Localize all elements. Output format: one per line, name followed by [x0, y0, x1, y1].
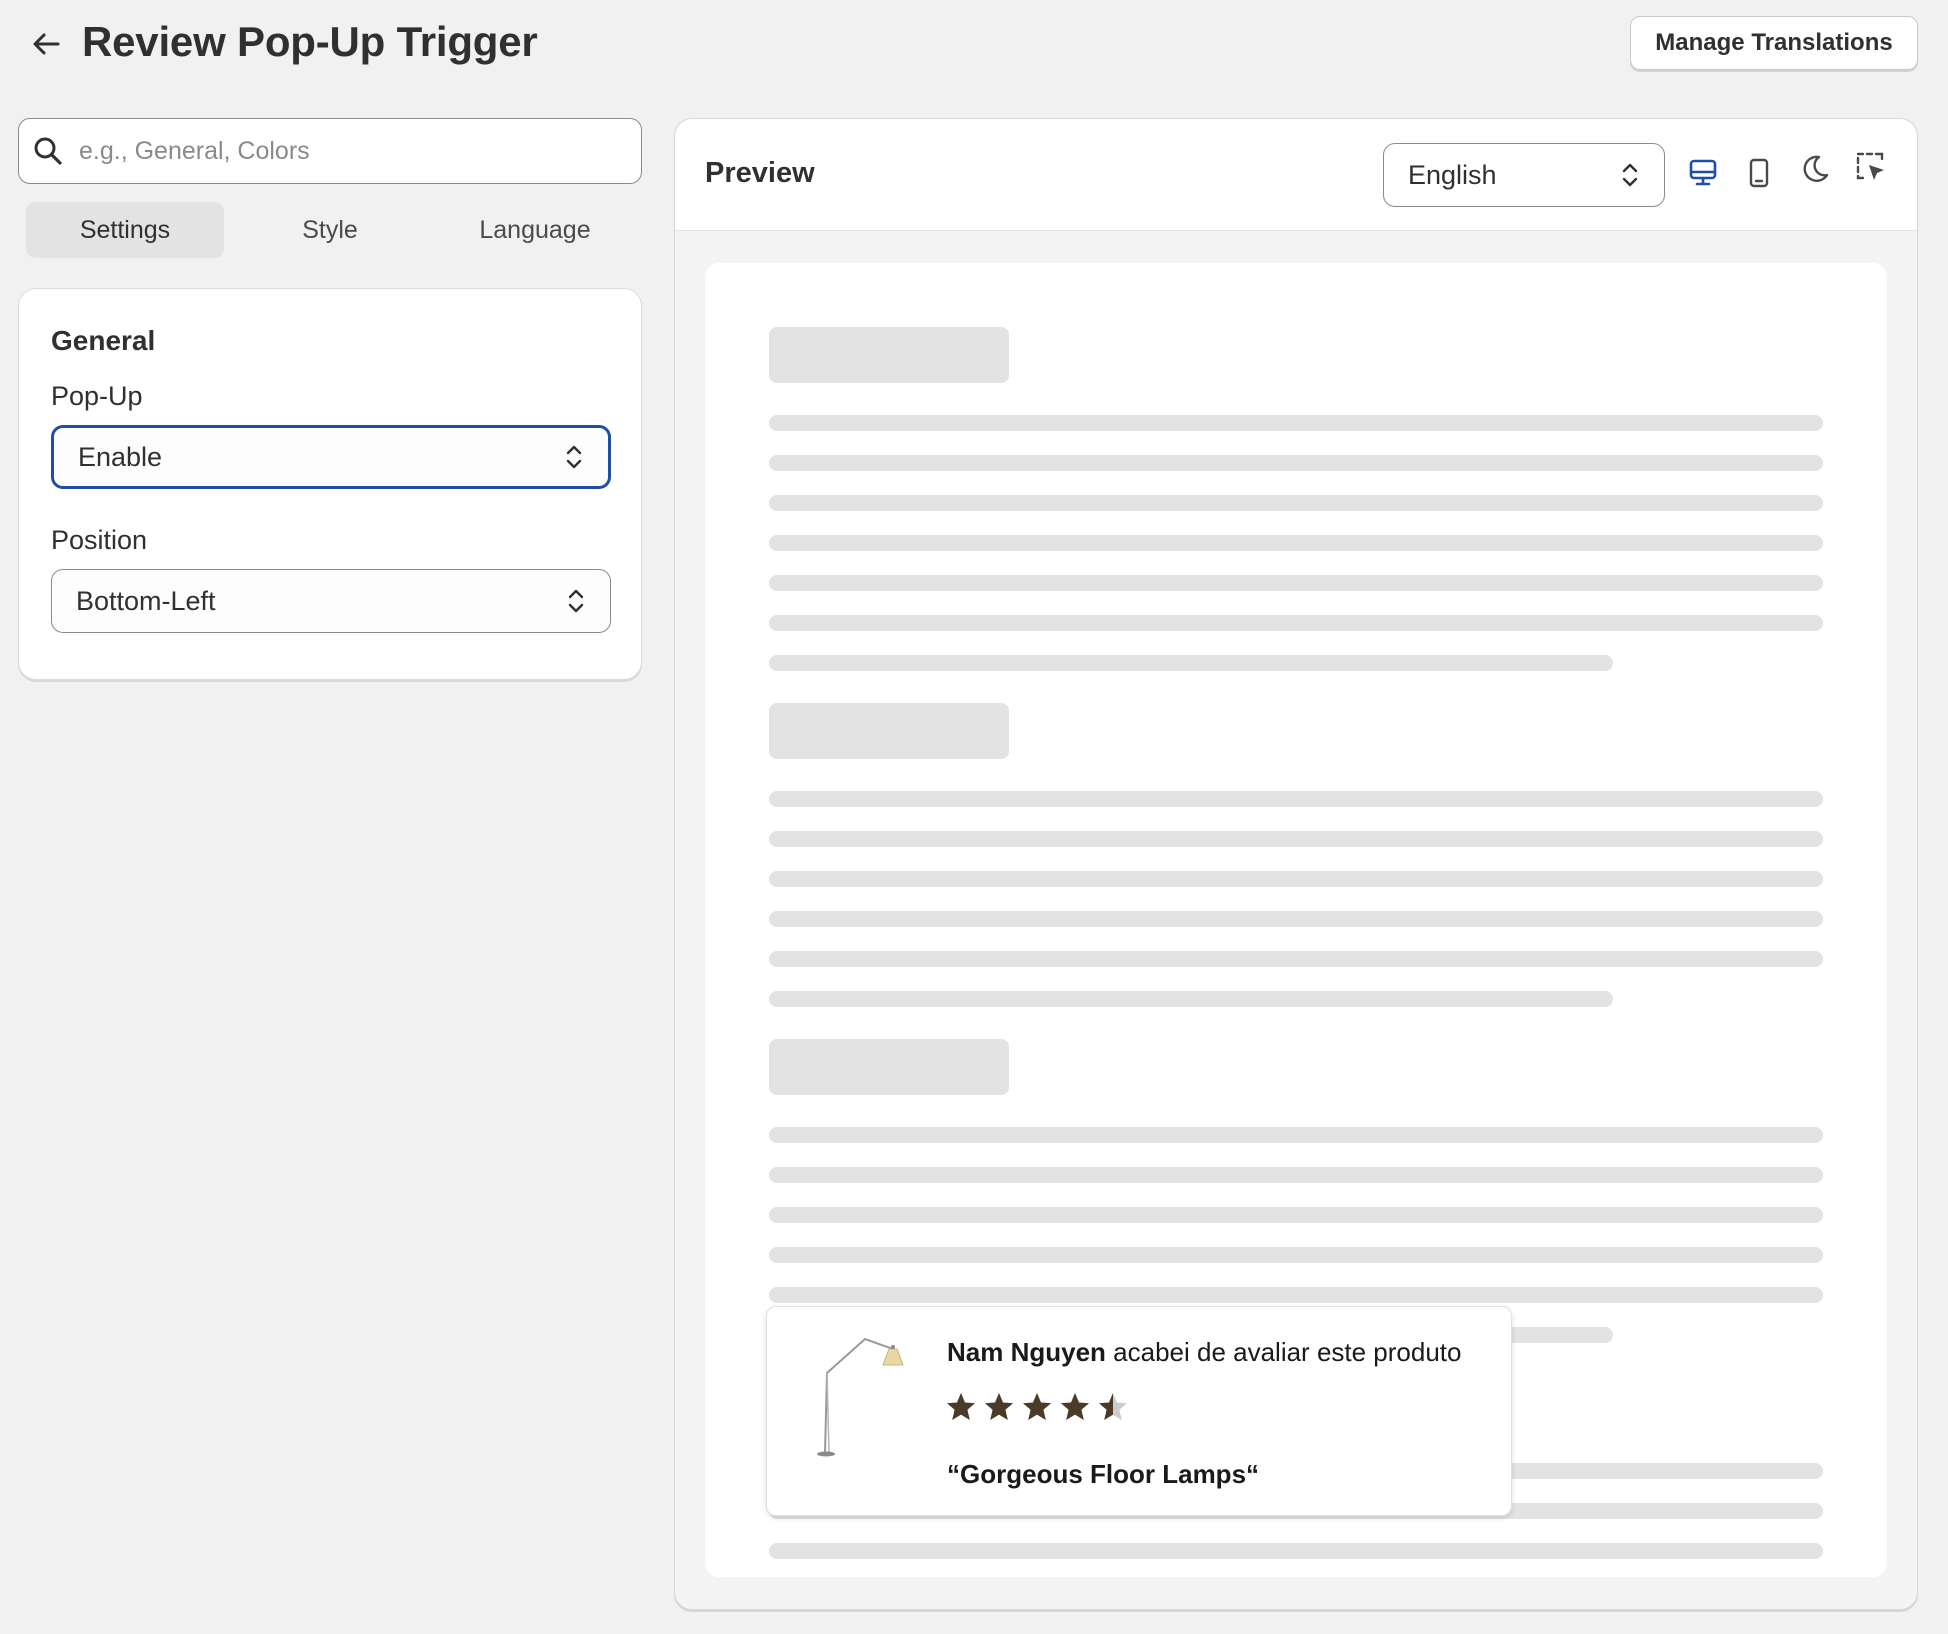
- star-icon: [947, 1393, 975, 1420]
- popup-select-value: Enable: [78, 441, 163, 472]
- skeleton-heading: [769, 1039, 1009, 1095]
- skeleton-line: [769, 655, 1613, 671]
- skeleton-line: [769, 951, 1823, 967]
- reviewer-name: Nam Nguyen: [947, 1337, 1106, 1367]
- review-quote: “Gorgeous Floor Lamps“: [947, 1459, 1260, 1489]
- skeleton-heading: [769, 703, 1009, 759]
- mobile-icon: [1749, 158, 1769, 188]
- skeleton-line: [769, 575, 1823, 591]
- star-icon: [985, 1393, 1013, 1420]
- skeleton-line: [769, 831, 1823, 847]
- star-icon: [1099, 1393, 1127, 1420]
- manage-translations-button[interactable]: Manage Translations: [1630, 16, 1918, 70]
- skeleton-line: [769, 535, 1823, 551]
- popup-label: Pop-Up: [51, 381, 143, 411]
- tab-style[interactable]: Style: [231, 202, 429, 258]
- skeleton-line: [769, 495, 1823, 511]
- select-element-button[interactable]: [1849, 145, 1893, 189]
- skeleton-line: [769, 1127, 1823, 1143]
- select-chevron-icon: [1622, 163, 1638, 187]
- tab-settings[interactable]: Settings: [26, 202, 224, 258]
- floor-lamp-product-image: [817, 1337, 904, 1457]
- dark-mode-icon: [1803, 155, 1829, 182]
- skeleton-line: [769, 791, 1823, 807]
- back-button[interactable]: [24, 22, 68, 66]
- search-input[interactable]: [79, 136, 599, 166]
- select-chevron-icon: [568, 589, 584, 613]
- skeleton-line: [769, 1287, 1823, 1303]
- position-label: Position: [51, 525, 148, 555]
- desktop-icon: [1689, 159, 1717, 186]
- arrow-left-icon: [33, 33, 60, 55]
- skeleton-line: [769, 1207, 1823, 1223]
- star-icon: [1061, 1393, 1089, 1420]
- desktop-view-button[interactable]: [1681, 151, 1725, 195]
- search-icon: [34, 137, 62, 165]
- star-icon: [1023, 1393, 1051, 1420]
- mobile-view-button[interactable]: [1737, 151, 1781, 195]
- position-select[interactable]: Bottom-Left: [51, 569, 611, 633]
- skeleton-line: [769, 1247, 1823, 1263]
- popup-select[interactable]: Enable: [51, 425, 611, 489]
- skeleton-line: [769, 1543, 1823, 1559]
- preview-title: Preview: [705, 157, 815, 189]
- skeleton-line: [769, 455, 1823, 471]
- star-rating: [945, 1391, 1129, 1423]
- skeleton-line: [769, 1167, 1823, 1183]
- settings-tabs: Settings Style Language: [26, 202, 642, 258]
- review-popup[interactable]: Nam Nguyen acabei de avaliar este produt…: [766, 1306, 1512, 1516]
- dark-mode-button[interactable]: [1793, 147, 1837, 191]
- preview-header: Preview English: [675, 119, 1917, 231]
- page-title: Review Pop-Up Trigger: [82, 18, 538, 65]
- review-headline: Nam Nguyen acabei de avaliar este produt…: [947, 1337, 1462, 1368]
- skeleton-line: [769, 415, 1823, 431]
- skeleton-line: [769, 991, 1613, 1007]
- skeleton-heading: [769, 327, 1009, 383]
- select-element-icon: [1856, 152, 1884, 180]
- language-select-value: English: [1408, 159, 1497, 190]
- position-select-value: Bottom-Left: [76, 585, 216, 616]
- skeleton-line: [769, 871, 1823, 887]
- review-message: acabei de avaliar este produto: [1105, 1337, 1462, 1367]
- language-select[interactable]: English: [1383, 143, 1665, 207]
- select-chevron-icon: [566, 445, 582, 469]
- skeleton-line: [769, 615, 1823, 631]
- tab-language[interactable]: Language: [436, 202, 634, 258]
- skeleton-line: [769, 911, 1823, 927]
- general-settings-card: General Pop-Up Enable Position Bottom-Le…: [18, 288, 642, 680]
- general-section-title: General: [51, 325, 156, 356]
- search-field[interactable]: [18, 118, 642, 184]
